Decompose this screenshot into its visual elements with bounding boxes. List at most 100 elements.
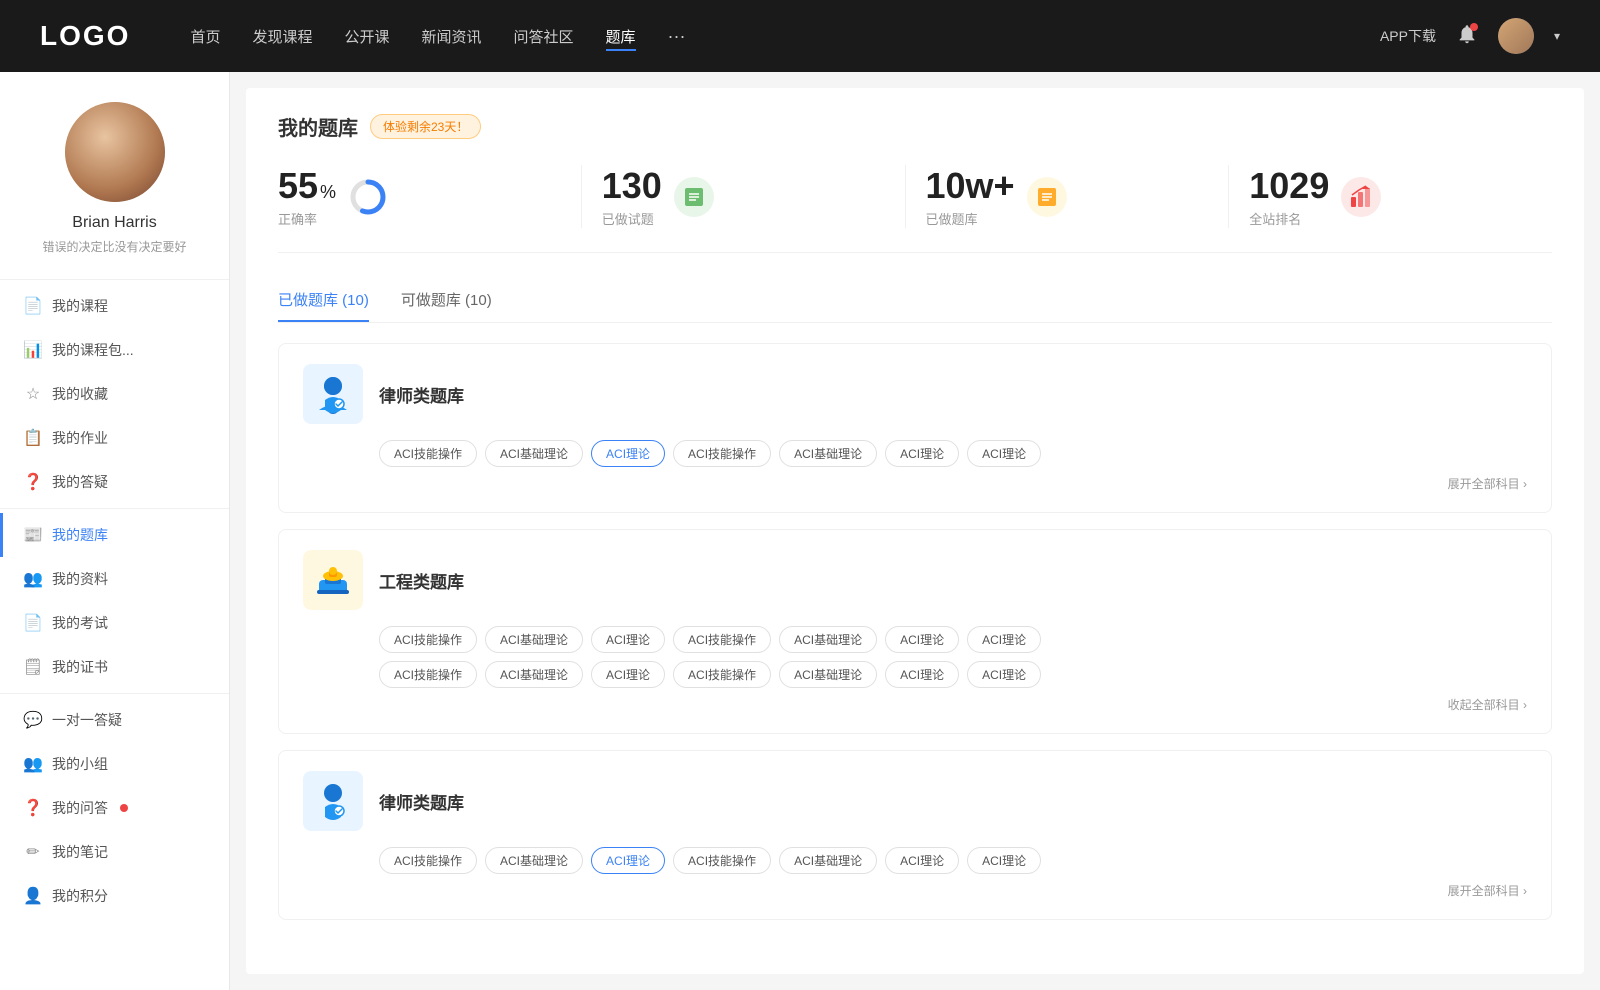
qbank-tags-3: ACI技能操作 ACI基础理论 ACI理论 ACI技能操作 ACI基础理论 AC… bbox=[379, 847, 1527, 874]
tag-item[interactable]: ACI理论 bbox=[591, 626, 665, 653]
logo: LOGO bbox=[40, 20, 130, 52]
tag-item[interactable]: ACI理论 bbox=[885, 440, 959, 467]
tag-item[interactable]: ACI理论 bbox=[591, 661, 665, 688]
sidebar-item-label: 我的小组 bbox=[52, 754, 108, 774]
notes-icon: ✏ bbox=[24, 843, 42, 861]
tag-item[interactable]: ACI技能操作 bbox=[379, 847, 477, 874]
sidebar-item-1on1[interactable]: 💬 一对一答疑 bbox=[0, 698, 229, 742]
tag-item[interactable]: ACI理论 bbox=[967, 847, 1041, 874]
user-dropdown-arrow[interactable]: ▾ bbox=[1554, 29, 1560, 43]
favorites-icon: ☆ bbox=[24, 385, 42, 403]
trial-badge: 体验剩余23天！ bbox=[370, 114, 481, 139]
my-courses-icon: 📄 bbox=[24, 297, 42, 315]
page-header: 我的题库 体验剩余23天！ bbox=[278, 112, 1552, 141]
stat-done-q-info: 130 已做试题 bbox=[602, 165, 662, 228]
tag-item[interactable]: ACI基础理论 bbox=[485, 847, 583, 874]
qbank-tags-2-row2: ACI技能操作 ACI基础理论 ACI理论 ACI技能操作 ACI基础理论 AC… bbox=[379, 661, 1527, 688]
tag-item[interactable]: ACI基础理论 bbox=[485, 661, 583, 688]
qbank-header-3: 律师类题库 bbox=[303, 771, 1527, 831]
stat-rank-info: 1029 全站排名 bbox=[1249, 165, 1329, 228]
rank-icon bbox=[1341, 177, 1381, 217]
tag-item[interactable]: ACI理论 bbox=[967, 661, 1041, 688]
nav-discover[interactable]: 发现课程 bbox=[252, 22, 312, 51]
sidebar-item-favorites[interactable]: ☆ 我的收藏 bbox=[0, 372, 229, 416]
qbank-section-engineer: 工程类题库 ACI技能操作 ACI基础理论 ACI理论 ACI技能操作 ACI基… bbox=[278, 529, 1552, 734]
sidebar-item-label: 我的问答 bbox=[52, 798, 108, 818]
groups-icon: 👥 bbox=[24, 755, 42, 773]
nav-news[interactable]: 新闻资讯 bbox=[422, 22, 482, 51]
sidebar-menu: 📄 我的课程 📊 我的课程包... ☆ 我的收藏 📋 我的作业 ❓ 我的答疑 � bbox=[0, 284, 229, 918]
app-download-link[interactable]: APP下载 bbox=[1380, 26, 1436, 46]
sidebar-item-label: 我的课程 bbox=[52, 296, 108, 316]
tag-item[interactable]: ACI理论 bbox=[885, 661, 959, 688]
tag-item[interactable]: ACI理论 bbox=[967, 440, 1041, 467]
stat-ranking: 1029 全站排名 bbox=[1229, 165, 1552, 228]
tag-item[interactable]: ACI基础理论 bbox=[485, 440, 583, 467]
stat-done-b-label: 已做题库 bbox=[926, 209, 1015, 228]
points-icon: 👤 bbox=[24, 887, 42, 905]
qbank-section-lawyer-2: 律师类题库 ACI技能操作 ACI基础理论 ACI理论 ACI技能操作 ACI基… bbox=[278, 750, 1552, 920]
expand-btn-1[interactable]: 展开全部科目 › bbox=[303, 475, 1527, 492]
tag-item[interactable]: ACI技能操作 bbox=[379, 440, 477, 467]
sidebar: Brian Harris 错误的决定比没有决定要好 📄 我的课程 📊 我的课程包… bbox=[0, 72, 230, 990]
done-q-icon bbox=[674, 177, 714, 217]
expand-btn-2[interactable]: 收起全部科目 › bbox=[303, 696, 1527, 713]
main-content: 我的题库 体验剩余23天！ 55 % 正确率 bbox=[246, 88, 1584, 974]
tab-available[interactable]: 可做题库 (10) bbox=[401, 281, 492, 322]
tag-item[interactable]: ACI基础理论 bbox=[779, 847, 877, 874]
sidebar-user-avatar bbox=[65, 102, 165, 202]
tag-item[interactable]: ACI技能操作 bbox=[673, 847, 771, 874]
nav-qbank[interactable]: 题库 bbox=[606, 22, 636, 51]
page-title: 我的题库 bbox=[278, 112, 358, 141]
stat-accuracy-info: 55 % 正确率 bbox=[278, 165, 336, 228]
tag-item-active[interactable]: ACI理论 bbox=[591, 847, 665, 874]
nav-opencourse[interactable]: 公开课 bbox=[344, 22, 389, 51]
nav-home[interactable]: 首页 bbox=[190, 22, 220, 51]
tag-item[interactable]: ACI理论 bbox=[967, 626, 1041, 653]
sidebar-item-my-courses[interactable]: 📄 我的课程 bbox=[0, 284, 229, 328]
tag-item[interactable]: ACI基础理论 bbox=[779, 440, 877, 467]
sidebar-item-groups[interactable]: 👥 我的小组 bbox=[0, 742, 229, 786]
sidebar-item-qbank[interactable]: 📰 我的题库 bbox=[0, 513, 229, 557]
my-qa-icon: ❓ bbox=[24, 799, 42, 817]
tag-item[interactable]: ACI技能操作 bbox=[673, 626, 771, 653]
tag-item[interactable]: ACI理论 bbox=[885, 847, 959, 874]
tag-item[interactable]: ACI理论 bbox=[885, 626, 959, 653]
sidebar-item-homework[interactable]: 📋 我的作业 bbox=[0, 416, 229, 460]
lawyer-icon-1 bbox=[303, 364, 363, 424]
sidebar-item-certificate[interactable]: 🗒 我的证书 bbox=[0, 645, 229, 689]
sidebar-item-label: 我的证书 bbox=[52, 657, 108, 677]
sidebar-item-my-qa[interactable]: ❓ 我的问答 bbox=[0, 786, 229, 830]
sidebar-item-label: 我的资料 bbox=[52, 569, 108, 589]
stat-done-banks: 10w+ 已做题库 bbox=[906, 165, 1230, 228]
sidebar-item-points[interactable]: 👤 我的积分 bbox=[0, 874, 229, 918]
sidebar-item-label: 我的笔记 bbox=[52, 842, 108, 862]
notification-bell[interactable] bbox=[1456, 23, 1478, 50]
tag-item[interactable]: ACI基础理论 bbox=[485, 626, 583, 653]
certificate-icon: 🗒 bbox=[24, 658, 42, 676]
sidebar-item-notes[interactable]: ✏ 我的笔记 bbox=[0, 830, 229, 874]
stat-done-q-label: 已做试题 bbox=[602, 209, 662, 228]
sidebar-item-profile[interactable]: 👥 我的资料 bbox=[0, 557, 229, 601]
sidebar-item-label: 我的题库 bbox=[52, 525, 108, 545]
user-avatar[interactable] bbox=[1498, 18, 1534, 54]
qbank-header-2: 工程类题库 bbox=[303, 550, 1527, 610]
sidebar-item-course-packages[interactable]: 📊 我的课程包... bbox=[0, 328, 229, 372]
qbank-tabs: 已做题库 (10) 可做题库 (10) bbox=[278, 281, 1552, 323]
tag-item[interactable]: ACI基础理论 bbox=[779, 626, 877, 653]
expand-btn-3[interactable]: 展开全部科目 › bbox=[303, 882, 1527, 899]
navbar-right: APP下载 ▾ bbox=[1380, 18, 1560, 54]
stat-accuracy-unit: % bbox=[320, 182, 336, 203]
stats-row: 55 % 正确率 130 已做试题 bbox=[278, 165, 1552, 253]
tag-item[interactable]: ACI技能操作 bbox=[673, 440, 771, 467]
tag-item-active[interactable]: ACI理论 bbox=[591, 440, 665, 467]
nav-qa[interactable]: 问答社区 bbox=[514, 22, 574, 51]
nav-more[interactable]: ··· bbox=[668, 26, 686, 47]
sidebar-item-qa[interactable]: ❓ 我的答疑 bbox=[0, 460, 229, 504]
tag-item[interactable]: ACI技能操作 bbox=[673, 661, 771, 688]
sidebar-item-exam[interactable]: 📄 我的考试 bbox=[0, 601, 229, 645]
tab-done[interactable]: 已做题库 (10) bbox=[278, 281, 369, 322]
tag-item[interactable]: ACI基础理论 bbox=[779, 661, 877, 688]
tag-item[interactable]: ACI技能操作 bbox=[379, 661, 477, 688]
tag-item[interactable]: ACI技能操作 bbox=[379, 626, 477, 653]
